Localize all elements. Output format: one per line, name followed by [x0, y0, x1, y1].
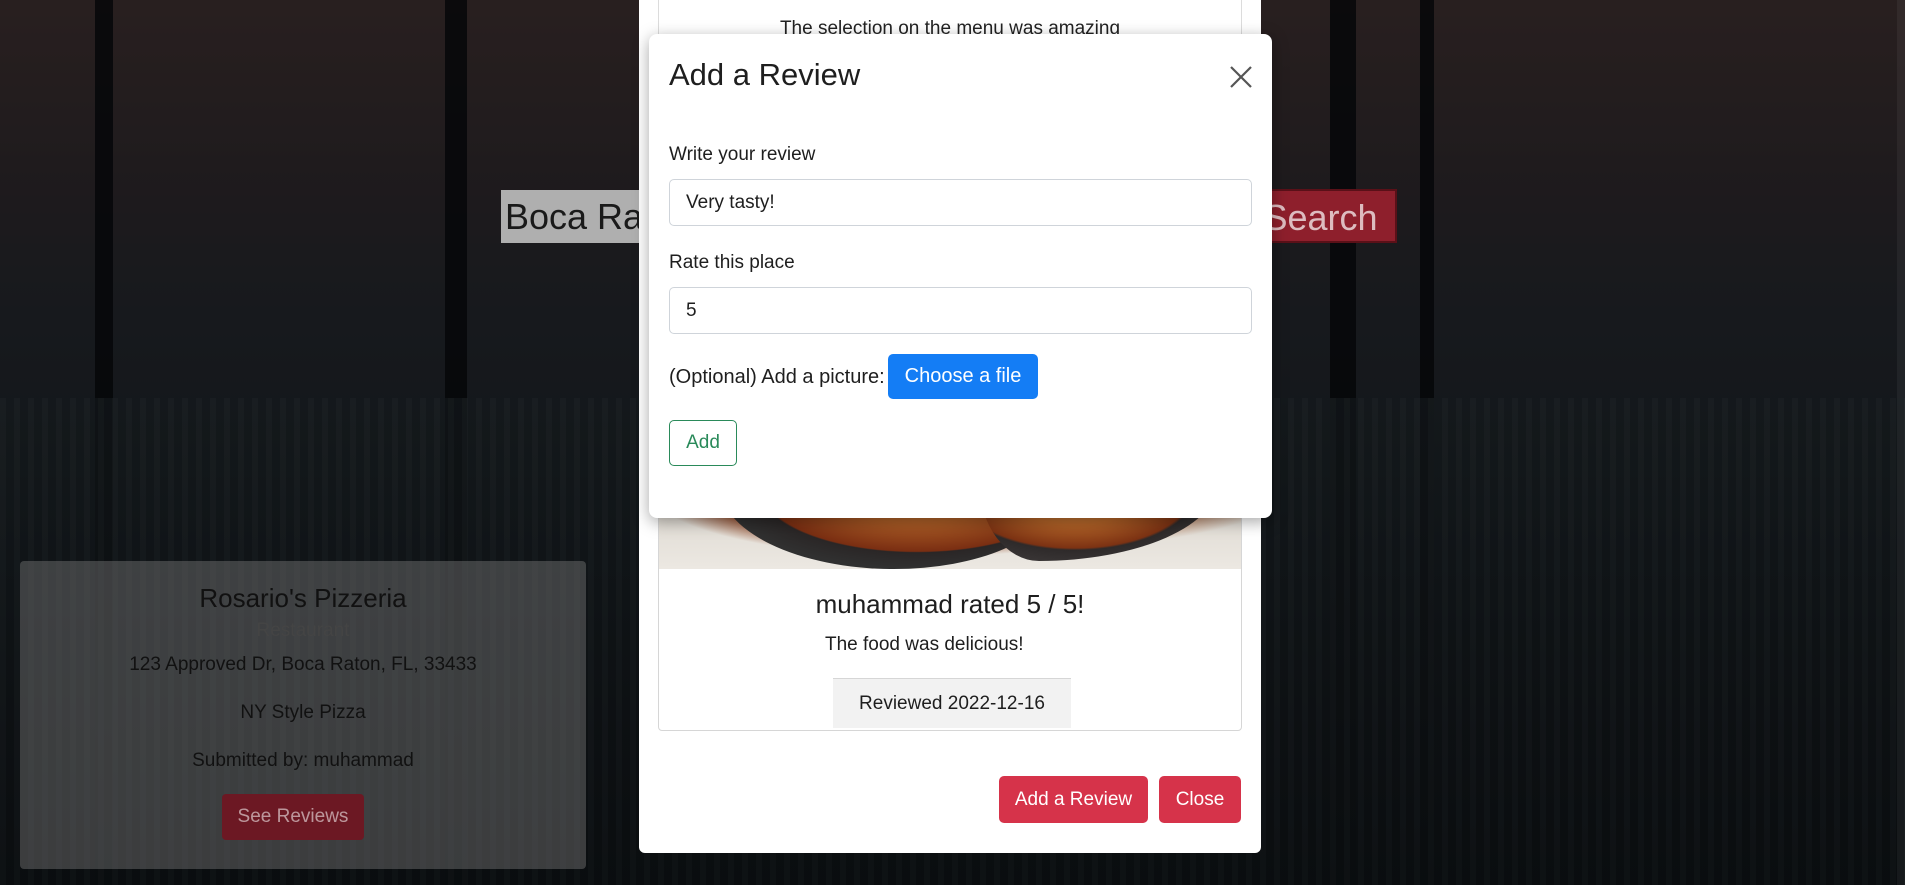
close-button[interactable]: Close — [1159, 776, 1241, 823]
picture-field-label: (Optional) Add a picture: — [669, 366, 885, 388]
listing-card: Rosario's Pizzeria Restaurant 123 Approv… — [20, 561, 586, 869]
choose-file-button[interactable]: Choose a file — [888, 354, 1038, 399]
listing-description: NY Style Pizza — [240, 702, 366, 723]
review-date: Reviewed 2022-12-16 — [833, 678, 1071, 728]
listing-name: Rosario's Pizzeria — [199, 583, 407, 613]
review-text: The food was delicious! — [825, 634, 1024, 655]
add-a-review-button[interactable]: Add a Review — [999, 776, 1148, 823]
close-icon[interactable] — [1228, 64, 1254, 90]
add-review-modal: Add a Review Write your review Very tast… — [649, 34, 1272, 518]
rating-field-label: Rate this place — [669, 252, 795, 273]
listing-submitted-by: Submitted by: muhammad — [192, 750, 414, 771]
listing-address: 123 Approved Dr, Boca Raton, FL, 33433 — [129, 654, 477, 675]
review-field-label: Write your review — [669, 144, 816, 165]
page-scrollbar[interactable] — [1897, 0, 1905, 885]
review-title: muhammad rated 5 / 5! — [815, 589, 1085, 619]
modal-title: Add a Review — [669, 57, 861, 92]
listing-type: Restaurant — [256, 620, 350, 641]
rating-input[interactable]: 5 — [669, 287, 1252, 334]
review-text-input[interactable]: Very tasty! — [669, 179, 1252, 226]
add-button[interactable]: Add — [669, 420, 737, 466]
see-reviews-button[interactable]: See Reviews — [221, 794, 365, 840]
